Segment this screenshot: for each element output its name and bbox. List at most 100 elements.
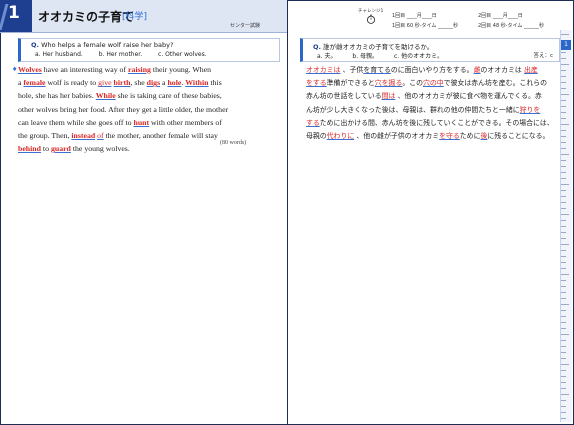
ruler-tick: [561, 376, 566, 377]
passage-text: the mother, another female will stay: [103, 130, 218, 140]
keyword: While: [95, 91, 116, 101]
translation-line: 赤ん坊の世話をしている間は 、他のオオカミが彼に食べ物を運んでくる。赤: [306, 90, 552, 103]
jp-question-options: a. 夫。 b. 母親。 c. 他のオオカミ。: [317, 51, 457, 60]
left-page: 1 オオカミの子育て [科学] センター試験 Q. Who helps a fe…: [0, 0, 287, 425]
translated-keyword: 穴を掘る: [374, 79, 403, 88]
ruler-tick: [561, 112, 566, 113]
ruler-tick: [561, 256, 566, 257]
ruler-tick: [561, 412, 566, 413]
chapter-tag: [科学]: [122, 12, 148, 22]
ruler-tick: [561, 268, 566, 269]
translated-keyword: 穴の中: [423, 79, 444, 88]
question-prefix: Q.: [31, 41, 39, 49]
passage-line: a female wolf is ready to give birth, sh…: [18, 76, 278, 89]
ruler-tick: [561, 118, 566, 119]
passage-text: to: [40, 144, 51, 154]
translated-keyword: する: [306, 118, 320, 127]
keyword: give: [98, 78, 112, 88]
translation-text: 母親の: [306, 131, 327, 140]
ruler-tick: [561, 304, 569, 305]
ruler-tick: [561, 310, 566, 311]
section-tab: 1: [561, 40, 571, 50]
jp-option-c: c. 他のオオカミ。: [393, 53, 444, 60]
ruler-tick: [561, 148, 566, 149]
ruler-tick: [561, 346, 566, 347]
ruler-tick: [561, 262, 566, 263]
ruler-tick: [561, 208, 566, 209]
passage-text: their young. When: [150, 65, 212, 74]
translated-keyword: 間は: [381, 92, 396, 101]
exam-source: センター試験: [230, 23, 261, 29]
keyword: guard: [50, 144, 71, 154]
date-second-try: 2回目 ____月____日: [478, 13, 523, 19]
passage-text: this: [208, 78, 222, 88]
passage-text: the young wolves.: [70, 144, 130, 154]
keyword: hunt: [133, 117, 150, 127]
stopwatch-icon: [366, 14, 376, 24]
translated-keyword: を守る: [439, 131, 460, 140]
ruler-tick: [561, 334, 569, 335]
passage-text: , she: [130, 78, 147, 88]
ruler-tick: [561, 328, 566, 329]
passage-text: can leave them while she goes off to: [18, 117, 134, 127]
keyword: birth: [113, 78, 131, 88]
ruler-tick: [561, 226, 566, 227]
translation-text: 、子供: [340, 66, 364, 74]
question-body: Who helps a female wolf raise her baby?: [41, 41, 174, 49]
answer-label: 答え：c: [533, 53, 553, 59]
ruler-tick: [561, 352, 566, 353]
passage-text: with other members of: [149, 117, 222, 127]
passage-text: other wolves bring her food. After they …: [18, 104, 229, 114]
passage-text: hole, she has her babies.: [18, 91, 96, 101]
ruler-tick: [561, 178, 566, 179]
ruler-tick: [561, 358, 566, 359]
option-c: c. Other wolves.: [158, 51, 207, 58]
ruler-tick: [561, 184, 569, 185]
keyword: raising: [128, 65, 151, 74]
ruler-tick: [561, 400, 566, 401]
ruler-tick: [561, 244, 569, 245]
jp-question-text: Q. 誰が雌オオカミの子育てを助けるか。: [313, 41, 433, 51]
passage-text: wolf is ready to: [45, 78, 99, 88]
passage-line: hole, she has her babies. While she is t…: [18, 89, 278, 102]
translation-line: オオカミは 、子供を育てるのに面白いやり方をする。雌のオオカミは 出産: [306, 64, 552, 77]
ruler-tick: [561, 196, 566, 197]
ruler-tick: [561, 130, 566, 131]
translation-text: ん坊が少し大きくなった後は、母親は、群れの他の仲間たちと一緒に: [306, 105, 520, 114]
ruler-tick: [561, 274, 569, 275]
translation-text: 、他の雌が子供のオオカミ: [354, 131, 440, 140]
ruler-tick: [561, 106, 566, 107]
question-box-japanese: Q. 誰が雌オオカミの子育てを助けるか。 a. 夫。 b. 母親。 c. 他のオ…: [300, 38, 560, 62]
translation-line: をする準備ができると穴を掘る。この穴の中で彼女は赤ん坊を産む。これらの: [306, 77, 552, 90]
ruler-tick: [561, 316, 566, 317]
ruler-tick: [561, 64, 569, 65]
translation-text: 準備ができると: [326, 79, 375, 88]
translated-keyword: 狩りを: [519, 105, 541, 114]
ruler-tick: [561, 172, 566, 173]
translated-keyword: 代わりに: [326, 131, 355, 140]
ruler-tick: [561, 292, 566, 293]
translation-text: で彼女は赤ん坊を産む。これらの: [443, 79, 548, 88]
passage-text: the group. Then,: [18, 130, 72, 140]
jp-question-body: 誰が雌オオカミの子育てを助けるか。: [323, 43, 434, 51]
ruler-tick: [561, 94, 569, 95]
paragraph-marker: ♦: [12, 66, 18, 73]
ruler-tick: [561, 52, 566, 53]
passage-line: can leave them while she goes off to hun…: [18, 116, 278, 129]
ruler-tick: [561, 238, 566, 239]
ruler-tick: [561, 364, 569, 365]
translation-text: 、他のオオカミが彼に食べ物を運んでくる。赤: [395, 92, 542, 101]
translated-keyword: オオカミは: [306, 66, 341, 74]
ruler-tick: [561, 88, 566, 89]
ruler-tick: [561, 154, 569, 155]
option-a: a. Her husband.: [35, 51, 83, 58]
ruler-tick: [561, 82, 566, 83]
passage-text: she is taking care of these babies,: [115, 91, 222, 101]
translation-text: のオオカミは: [480, 66, 525, 74]
ruler-tick: [561, 394, 569, 395]
ruler-tick: [561, 190, 566, 191]
japanese-translation: オオカミは 、子供を育てるのに面白いやり方をする。雌のオオカミは 出産 をする準備…: [306, 64, 554, 143]
translation-text: に残ることになる。: [487, 131, 550, 140]
translation-text: 。この: [402, 79, 424, 88]
ruler-tick: [561, 250, 566, 251]
